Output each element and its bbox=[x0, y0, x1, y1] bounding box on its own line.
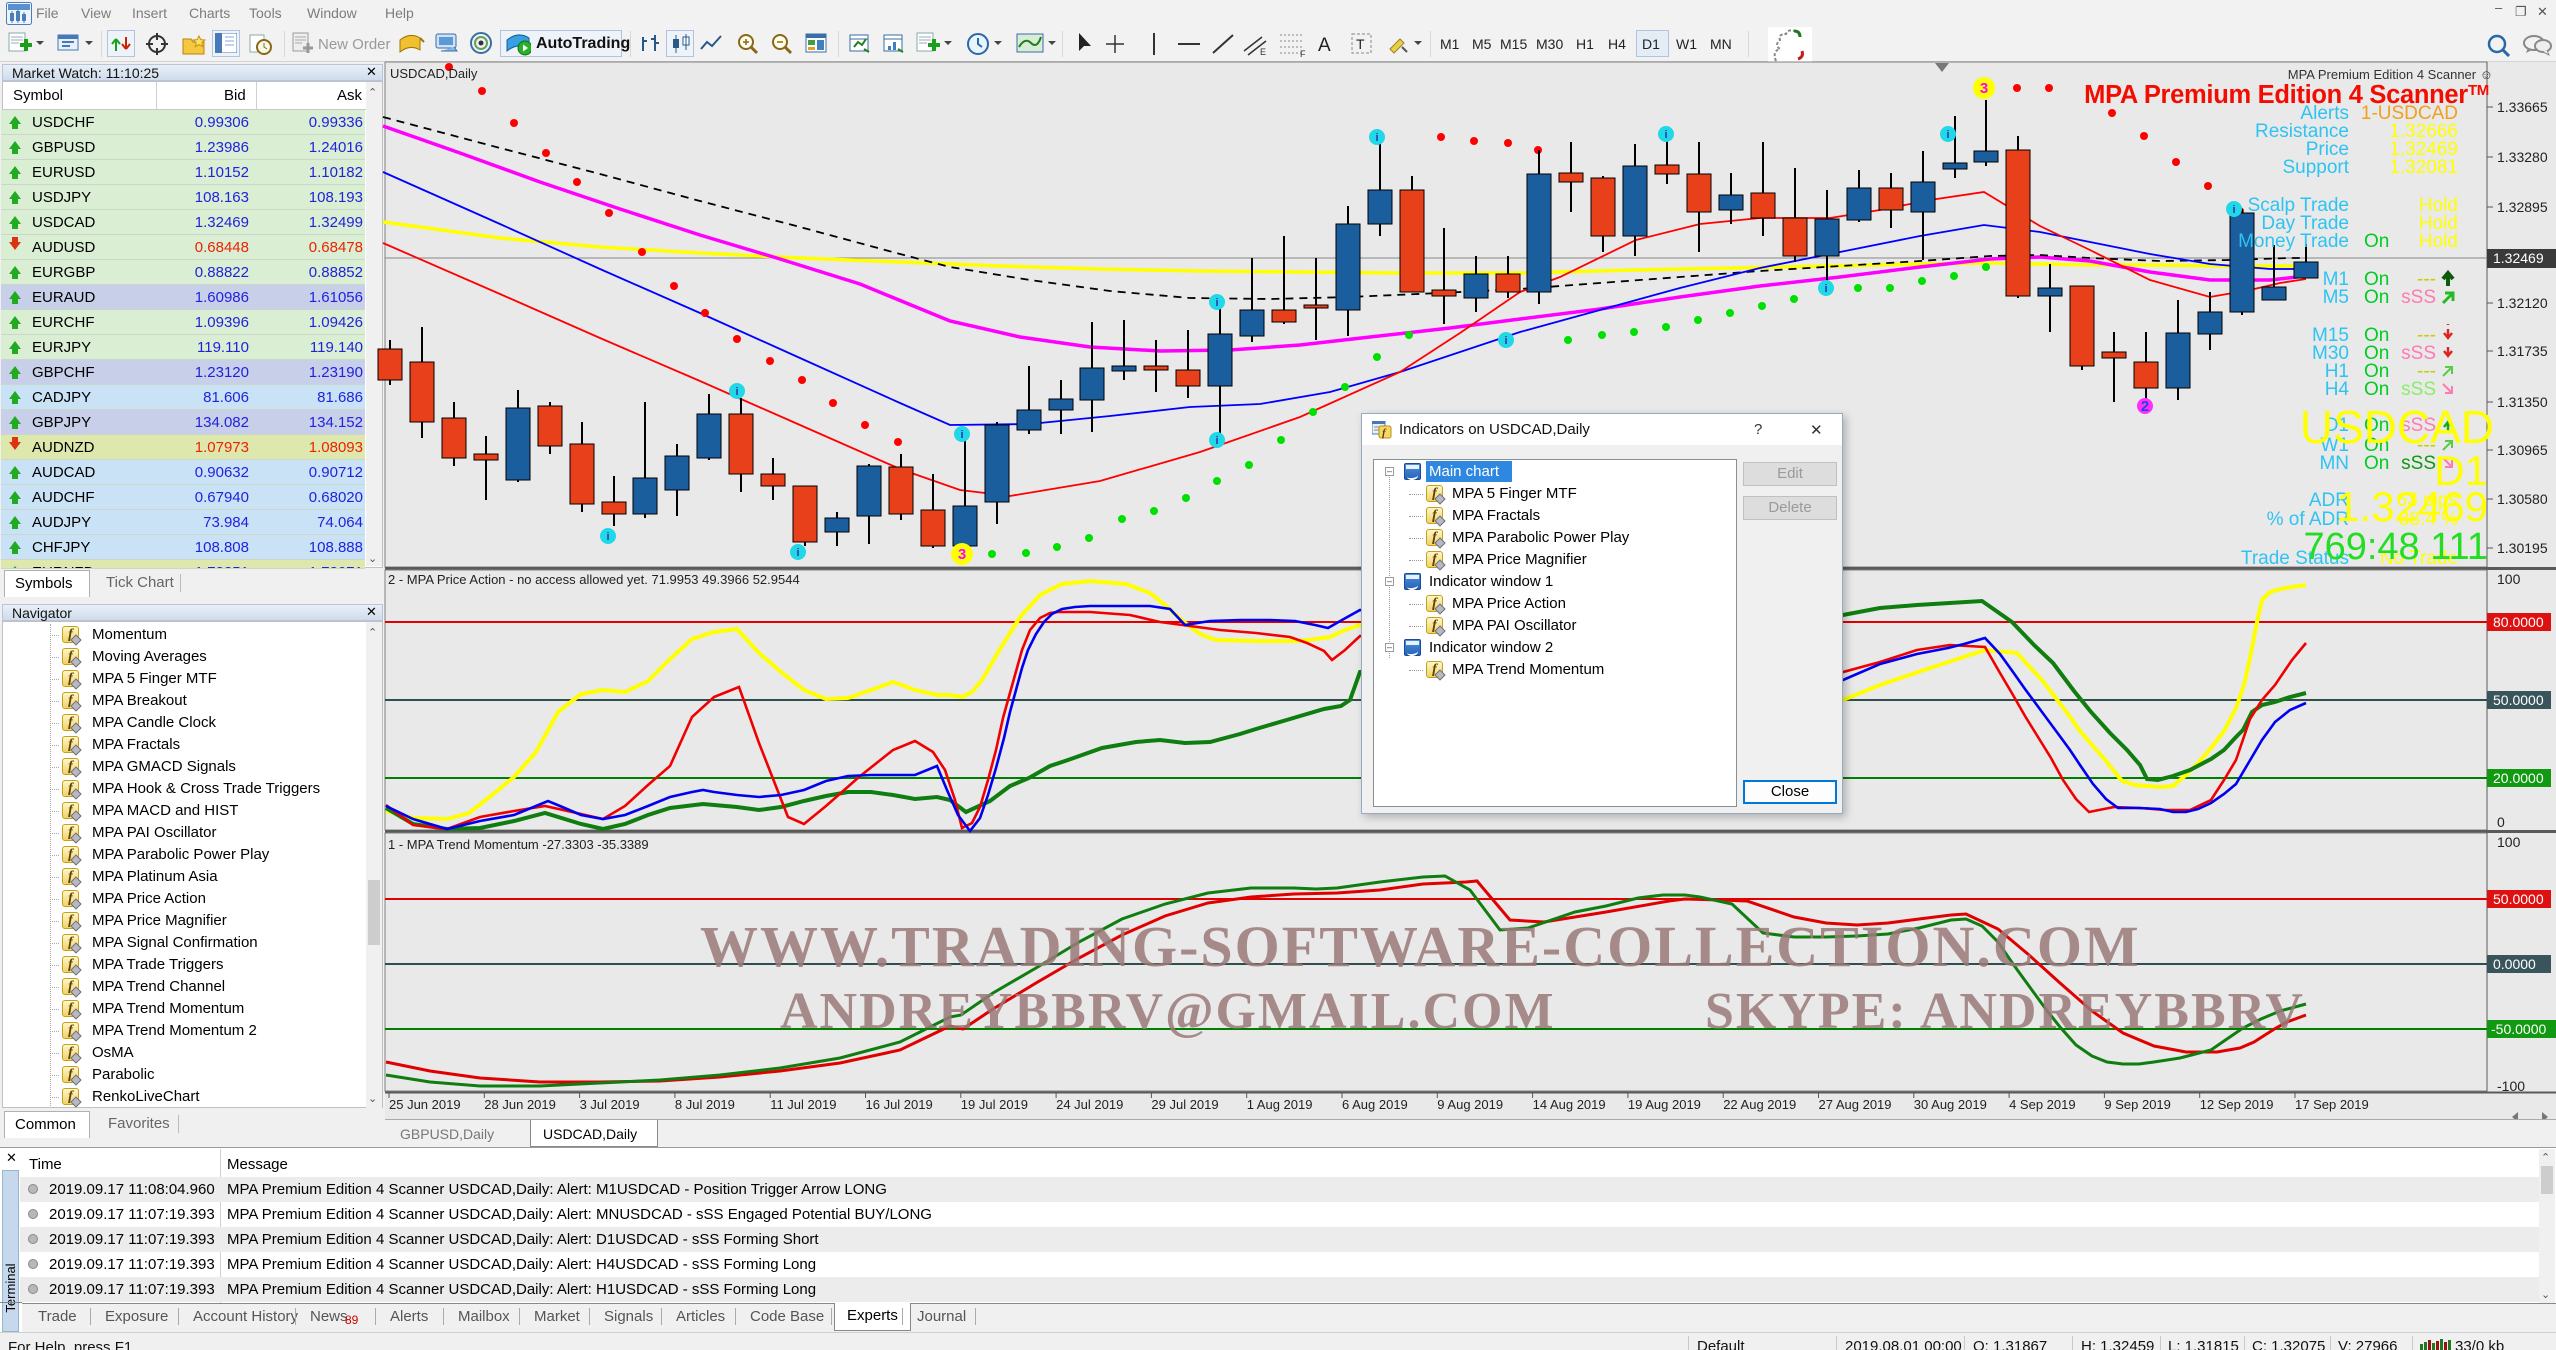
svg-text:sSS: sSS bbox=[2401, 453, 2436, 474]
svg-text:On: On bbox=[2364, 287, 2389, 308]
svg-text:27 Aug 2019: 27 Aug 2019 bbox=[1819, 1097, 1892, 1112]
svg-text:Hold: Hold bbox=[2419, 231, 2458, 252]
svg-text:19 Aug 2019: 19 Aug 2019 bbox=[1628, 1097, 1701, 1112]
svg-text:30 Aug 2019: 30 Aug 2019 bbox=[1914, 1097, 1987, 1112]
svg-text:1.32895: 1.32895 bbox=[2497, 199, 2548, 215]
svg-text:24 Jul 2019: 24 Jul 2019 bbox=[1056, 1097, 1123, 1112]
svg-text:2 - MPA Price Action - no acce: 2 - MPA Price Action - no access allowed… bbox=[388, 572, 800, 587]
svg-text:9 Sep 2019: 9 Sep 2019 bbox=[2104, 1097, 2171, 1112]
svg-text:17 Sep 2019: 17 Sep 2019 bbox=[2295, 1097, 2369, 1112]
svg-text:H4: H4 bbox=[2325, 379, 2350, 400]
svg-text:On: On bbox=[2364, 231, 2389, 252]
svg-text:M5: M5 bbox=[2323, 287, 2349, 308]
svg-text:i: i bbox=[1215, 435, 1218, 447]
svg-text:MN: MN bbox=[2319, 453, 2349, 474]
svg-text:1.32081: 1.32081 bbox=[2389, 157, 2458, 178]
svg-text:MPA Premium Edition 4 Scanner: MPA Premium Edition 4 Scanner ☺ bbox=[2288, 67, 2493, 82]
svg-text:3 Jul 2019: 3 Jul 2019 bbox=[580, 1097, 640, 1112]
svg-text:3: 3 bbox=[958, 546, 966, 563]
svg-text:80.0000: 80.0000 bbox=[2493, 614, 2544, 630]
svg-text:sSS: sSS bbox=[2401, 379, 2436, 400]
svg-text:USDCAD: USDCAD bbox=[2300, 401, 2494, 453]
svg-text:2: 2 bbox=[2141, 398, 2149, 415]
svg-text:1.30965: 1.30965 bbox=[2497, 442, 2548, 458]
svg-text:14 Aug 2019: 14 Aug 2019 bbox=[1533, 1097, 1606, 1112]
svg-text:50.0000: 50.0000 bbox=[2493, 692, 2544, 708]
svg-text:i: i bbox=[606, 531, 609, 543]
svg-text:9 Aug 2019: 9 Aug 2019 bbox=[1437, 1097, 1503, 1112]
svg-text:22 Aug 2019: 22 Aug 2019 bbox=[1723, 1097, 1796, 1112]
svg-text:WWW.TRADING-SOFTWARE-COLLECTIO: WWW.TRADING-SOFTWARE-COLLECTION.COM bbox=[700, 914, 2141, 979]
svg-text:20.0000: 20.0000 bbox=[2493, 770, 2544, 786]
svg-text:16 Jul 2019: 16 Jul 2019 bbox=[866, 1097, 933, 1112]
svg-text:1.32469: 1.32469 bbox=[2493, 250, 2544, 266]
svg-text:USDCAD,Daily: USDCAD,Daily bbox=[390, 66, 478, 81]
svg-text:1.32120: 1.32120 bbox=[2497, 295, 2548, 311]
svg-text:1.30195: 1.30195 bbox=[2497, 540, 2548, 556]
svg-text:1 Aug 2019: 1 Aug 2019 bbox=[1247, 1097, 1313, 1112]
svg-text:50.0000: 50.0000 bbox=[2493, 891, 2544, 907]
svg-text:100: 100 bbox=[2497, 834, 2521, 850]
svg-text:i: i bbox=[1375, 132, 1378, 144]
svg-text:1 - MPA Trend Momentum -27.330: 1 - MPA Trend Momentum -27.3303 -35.3389 bbox=[388, 837, 649, 852]
svg-text:100: 100 bbox=[2497, 571, 2521, 587]
svg-text:Money Trade: Money Trade bbox=[2238, 231, 2349, 252]
svg-text:Terminal: Terminal bbox=[3, 1263, 18, 1312]
svg-text:i: i bbox=[960, 429, 963, 441]
svg-text:1.32469: 1.32469 bbox=[2336, 483, 2488, 530]
svg-text:i: i bbox=[1215, 297, 1218, 309]
svg-text:1.31350: 1.31350 bbox=[2497, 394, 2548, 410]
svg-text:8 Jul 2019: 8 Jul 2019 bbox=[675, 1097, 735, 1112]
svg-text:-100: -100 bbox=[2497, 1078, 2525, 1094]
svg-text:On: On bbox=[2364, 453, 2389, 474]
svg-text:11 Jul 2019: 11 Jul 2019 bbox=[770, 1097, 836, 1112]
svg-text:1.31735: 1.31735 bbox=[2497, 343, 2548, 359]
svg-text:25 Jun 2019: 25 Jun 2019 bbox=[389, 1097, 461, 1112]
svg-text:i: i bbox=[735, 386, 738, 398]
svg-text:sSS: sSS bbox=[2401, 287, 2436, 308]
svg-text:i: i bbox=[1504, 335, 1507, 347]
svg-text:12 Sep 2019: 12 Sep 2019 bbox=[2200, 1097, 2274, 1112]
svg-text:Support: Support bbox=[2282, 157, 2349, 178]
svg-text:-50.0000: -50.0000 bbox=[2491, 1021, 2546, 1037]
svg-text:28 Jun 2019: 28 Jun 2019 bbox=[484, 1097, 556, 1112]
svg-text:1.33665: 1.33665 bbox=[2497, 99, 2548, 115]
svg-text:SKYPE: ANDREYBBRV: SKYPE: ANDREYBBRV bbox=[1705, 983, 2305, 1040]
svg-text:ANDREYBBRV@GMAIL.COM: ANDREYBBRV@GMAIL.COM bbox=[780, 983, 1556, 1040]
svg-text:6 Aug 2019: 6 Aug 2019 bbox=[1342, 1097, 1408, 1112]
svg-text:i: i bbox=[1664, 129, 1667, 141]
svg-text:769:48 111: 769:48 111 bbox=[2303, 526, 2488, 568]
svg-text:i: i bbox=[796, 547, 799, 559]
svg-text:1.33280: 1.33280 bbox=[2497, 149, 2548, 165]
svg-text:0.0000: 0.0000 bbox=[2493, 956, 2536, 972]
svg-text:i: i bbox=[2232, 204, 2235, 216]
svg-text:29 Jul 2019: 29 Jul 2019 bbox=[1151, 1097, 1218, 1112]
svg-text:i: i bbox=[1824, 283, 1827, 295]
svg-text:On: On bbox=[2364, 379, 2389, 400]
svg-text:0: 0 bbox=[2497, 814, 2505, 830]
svg-text:3: 3 bbox=[1980, 80, 1988, 97]
svg-text:19 Jul 2019: 19 Jul 2019 bbox=[961, 1097, 1028, 1112]
svg-text:1.30580: 1.30580 bbox=[2497, 491, 2548, 507]
svg-text:4 Sep 2019: 4 Sep 2019 bbox=[2009, 1097, 2076, 1112]
svg-text:i: i bbox=[1946, 129, 1949, 141]
